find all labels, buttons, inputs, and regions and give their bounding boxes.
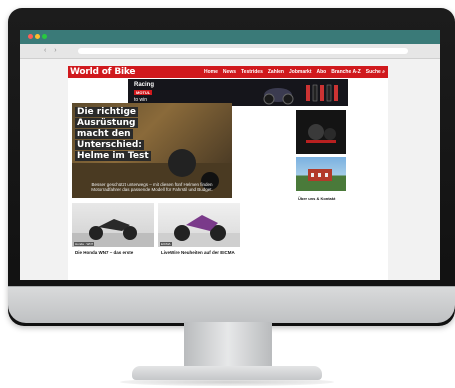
browser-title-bar <box>20 30 440 44</box>
nav-item-news[interactable]: News <box>223 69 236 75</box>
hero-article[interactable]: Die richtige Ausrüstung macht den Unters… <box>72 103 232 198</box>
site-header: World of Bike Home News Testrides Zahlen… <box>68 66 388 78</box>
article-card[interactable]: EICMA LiveWire Neuheiten auf der EICMA <box>158 203 240 273</box>
card-title: Die Honda WN7 – das erste <box>75 250 134 255</box>
monitor-stand-base <box>132 366 322 380</box>
nav-item-suche-label: Suche <box>365 69 381 75</box>
nav-item-zahlen[interactable]: Zahlen <box>268 69 284 75</box>
search-icon: ⌕ <box>382 69 385 75</box>
address-bar[interactable] <box>78 48 408 54</box>
main-nav: Home News Testrides Zahlen Jobmarkt Abo … <box>204 66 385 78</box>
maximize-dot-icon[interactable] <box>42 34 47 39</box>
nav-item-branche[interactable]: Branche A-Z <box>331 69 361 75</box>
hero-title-line-1: Die richtige Ausrüstung <box>75 107 138 128</box>
nav-item-abo[interactable]: Abo <box>317 69 327 75</box>
hero-title-line-3: Helme im Test <box>75 151 151 161</box>
hero-title: Die richtige Ausrüstung macht den Unters… <box>75 107 193 162</box>
site-logo[interactable]: World of Bike <box>70 66 136 78</box>
card-image <box>72 203 154 247</box>
nav-item-testrides[interactable]: Testrides <box>241 69 263 75</box>
hero-caption: Besser geschützt unterwegs – mit diesen … <box>91 182 213 192</box>
building-image <box>308 169 332 181</box>
monitor-chin <box>8 286 455 323</box>
ad-banner[interactable]: Racing MOTUL to win <box>128 79 348 106</box>
close-dot-icon[interactable] <box>28 34 33 39</box>
browser-toolbar: ‹ › <box>20 44 440 59</box>
article-card[interactable]: Honda · WN7 Die Honda WN7 – das erste <box>72 203 154 273</box>
back-forward-icon[interactable]: ‹ › <box>44 47 60 54</box>
nav-item-home[interactable]: Home <box>204 69 218 75</box>
banner-motorbike-image <box>263 84 338 105</box>
nav-item-jobmarkt[interactable]: Jobmarkt <box>289 69 312 75</box>
hero-title-line-2: macht den Unterschied: <box>75 129 144 150</box>
about-title: Über uns & Kontakt <box>298 196 336 201</box>
card-title: LiveWire Neuheiten auf der EICMA <box>161 250 235 255</box>
sidebar-ad-image <box>306 124 336 143</box>
monitor-stand-neck <box>184 322 272 368</box>
card-image <box>158 203 240 247</box>
minimize-dot-icon[interactable] <box>35 34 40 39</box>
sidebar-building-photo <box>296 157 346 191</box>
sidebar-ad-top[interactable] <box>296 110 346 154</box>
card-tag: EICMA <box>160 242 172 246</box>
about-contact-box: Über uns & Kontakt <box>296 194 346 280</box>
nav-item-suche[interactable]: Suche ⌕ <box>366 69 385 75</box>
card-tag: Honda · WN7 <box>74 242 95 246</box>
monitor-screen: ‹ › World of Bike Home News Testrides Za… <box>20 30 440 280</box>
